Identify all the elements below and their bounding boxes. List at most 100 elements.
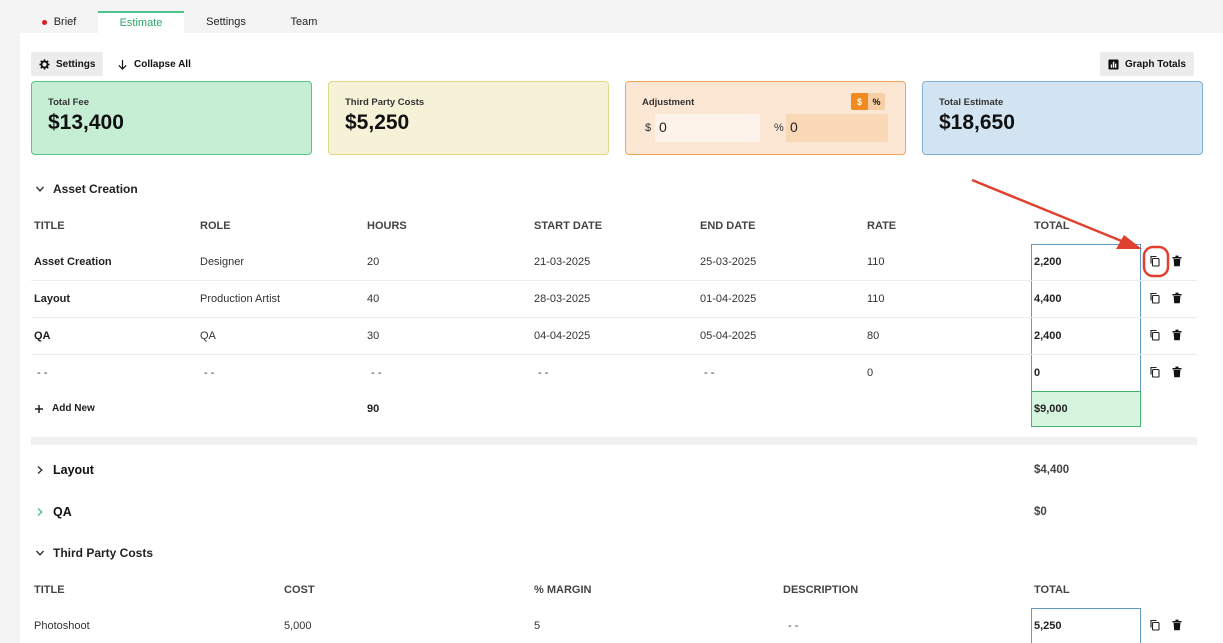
chevron-right-icon (37, 465, 43, 475)
dollar-prefix: $ (645, 122, 652, 134)
tab-brief[interactable]: Brief (20, 11, 98, 33)
row-start-date[interactable]: 04-04-2025 (534, 330, 590, 342)
gear-icon (39, 58, 50, 70)
row-role[interactable]: - - (204, 367, 214, 379)
row-end-date[interactable]: 25-03-2025 (700, 256, 756, 268)
row-divider (31, 354, 1197, 355)
tab-settings[interactable]: Settings (184, 11, 268, 33)
arrow-down-icon (118, 59, 127, 70)
total-cell-box (1031, 355, 1141, 392)
row-title[interactable]: Asset Creation (34, 256, 112, 268)
trash-icon[interactable] (1171, 619, 1183, 631)
row-role[interactable]: Designer (200, 256, 244, 268)
tab-label: Settings (206, 16, 246, 28)
section-toggle-layout[interactable]: Layout (35, 463, 94, 477)
add-new-button[interactable]: Add New (34, 403, 95, 414)
total-estimate-card: Total Estimate $18,650 (922, 81, 1203, 155)
percent-prefix: % (774, 122, 784, 134)
copy-icon[interactable] (1149, 366, 1161, 378)
row-end-date[interactable]: - - (704, 367, 714, 379)
total-estimate-label: Total Estimate (939, 97, 1004, 108)
estimate-panel: Settings Collapse All Graph Totals Total… (20, 33, 1223, 643)
row-margin[interactable]: 5 (534, 620, 540, 632)
copy-icon[interactable] (1149, 619, 1161, 631)
row-hours[interactable]: 30 (367, 330, 379, 342)
row-hours[interactable]: - - (371, 367, 381, 379)
row-title[interactable]: Layout (34, 293, 70, 305)
third-party-costs-card: Third Party Costs $5,250 (328, 81, 609, 155)
row-title[interactable]: Photoshoot (34, 620, 90, 632)
section-toggle-qa[interactable]: QA (35, 505, 72, 519)
row-cost[interactable]: 5,000 (284, 620, 312, 632)
graph-totals-button[interactable]: Graph Totals (1100, 52, 1194, 76)
adjustment-dollar-input[interactable]: 0 (655, 114, 760, 142)
row-total: 2,200 (1034, 256, 1062, 268)
add-new-label: Add New (52, 403, 95, 414)
section-divider (31, 437, 1197, 445)
section-sum-total: $9,000 (1034, 403, 1068, 415)
section-toggle-third-party-costs[interactable]: Third Party Costs (35, 546, 153, 560)
chevron-down-icon (35, 186, 45, 192)
column-header: TITLE (34, 584, 65, 596)
row-total: 5,250 (1034, 620, 1062, 632)
row-title[interactable]: QA (34, 330, 51, 342)
row-end-date[interactable]: 05-04-2025 (700, 330, 756, 342)
section-title: QA (53, 505, 72, 519)
row-rate[interactable]: 0 (867, 367, 873, 379)
tab-team[interactable]: Team (268, 11, 340, 33)
tab-bar: Brief Estimate Settings Team (20, 11, 340, 33)
row-description[interactable]: - - (788, 620, 798, 632)
row-hours[interactable]: 20 (367, 256, 379, 268)
tab-label: Estimate (119, 17, 163, 29)
status-dot (41, 19, 47, 25)
row-divider (31, 280, 1197, 281)
adjustment-percent-input[interactable]: 0 (786, 114, 888, 142)
trash-icon[interactable] (1171, 366, 1183, 378)
row-divider (31, 317, 1197, 318)
copy-icon[interactable] (1149, 292, 1161, 304)
dollar-mode-button[interactable]: $ (851, 93, 868, 110)
row-total: 4,400 (1034, 293, 1062, 305)
row-start-date[interactable]: - - (538, 367, 548, 379)
copy-icon[interactable] (1149, 255, 1161, 267)
graph-totals-label: Graph Totals (1125, 58, 1186, 70)
column-header: TOTAL (1034, 584, 1070, 596)
percent-mode-button[interactable]: % (868, 93, 885, 110)
row-rate[interactable]: 80 (867, 330, 879, 342)
column-header: DESCRIPTION (783, 584, 859, 596)
collapse-all-button[interactable]: Collapse All (109, 52, 199, 76)
total-fee-card: Total Fee $13,400 (31, 81, 312, 155)
tab-estimate[interactable]: Estimate (98, 11, 184, 33)
row-total: 2,400 (1034, 330, 1062, 342)
adjustment-label: Adjustment (642, 97, 695, 108)
column-header: START DATE (534, 220, 603, 232)
section-title: Third Party Costs (53, 546, 154, 560)
row-rate[interactable]: 110 (867, 293, 885, 305)
trash-icon[interactable] (1171, 292, 1183, 304)
column-header: END DATE (700, 220, 756, 232)
row-start-date[interactable]: 28-03-2025 (534, 293, 590, 305)
hours-total: 90 (367, 403, 380, 415)
copy-icon[interactable] (1149, 329, 1161, 341)
column-header: TOTAL (1034, 220, 1070, 232)
row-role[interactable]: Production Artist (200, 293, 280, 305)
column-header: HOURS (367, 220, 407, 232)
row-title[interactable]: - - (37, 367, 47, 379)
tab-label: Brief (53, 16, 77, 28)
section-toggle-asset-creation[interactable]: Asset Creation (35, 182, 138, 196)
column-header: % MARGIN (534, 584, 592, 596)
row-start-date[interactable]: 21-03-2025 (534, 256, 590, 268)
row-rate[interactable]: 110 (867, 256, 885, 268)
section-total: $4,400 (1034, 464, 1070, 476)
adjustment-mode-toggle: $ % (851, 93, 885, 110)
section-title: Asset Creation (53, 182, 138, 196)
row-hours[interactable]: 40 (367, 293, 379, 305)
settings-button[interactable]: Settings (31, 52, 104, 76)
row-end-date[interactable]: 01-04-2025 (700, 293, 756, 305)
total-fee-label: Total Fee (48, 97, 89, 108)
row-total: 0 (1034, 367, 1041, 379)
trash-icon[interactable] (1171, 329, 1183, 341)
row-role[interactable]: QA (200, 330, 216, 342)
chevron-right-icon (37, 507, 43, 517)
trash-icon[interactable] (1171, 255, 1183, 267)
